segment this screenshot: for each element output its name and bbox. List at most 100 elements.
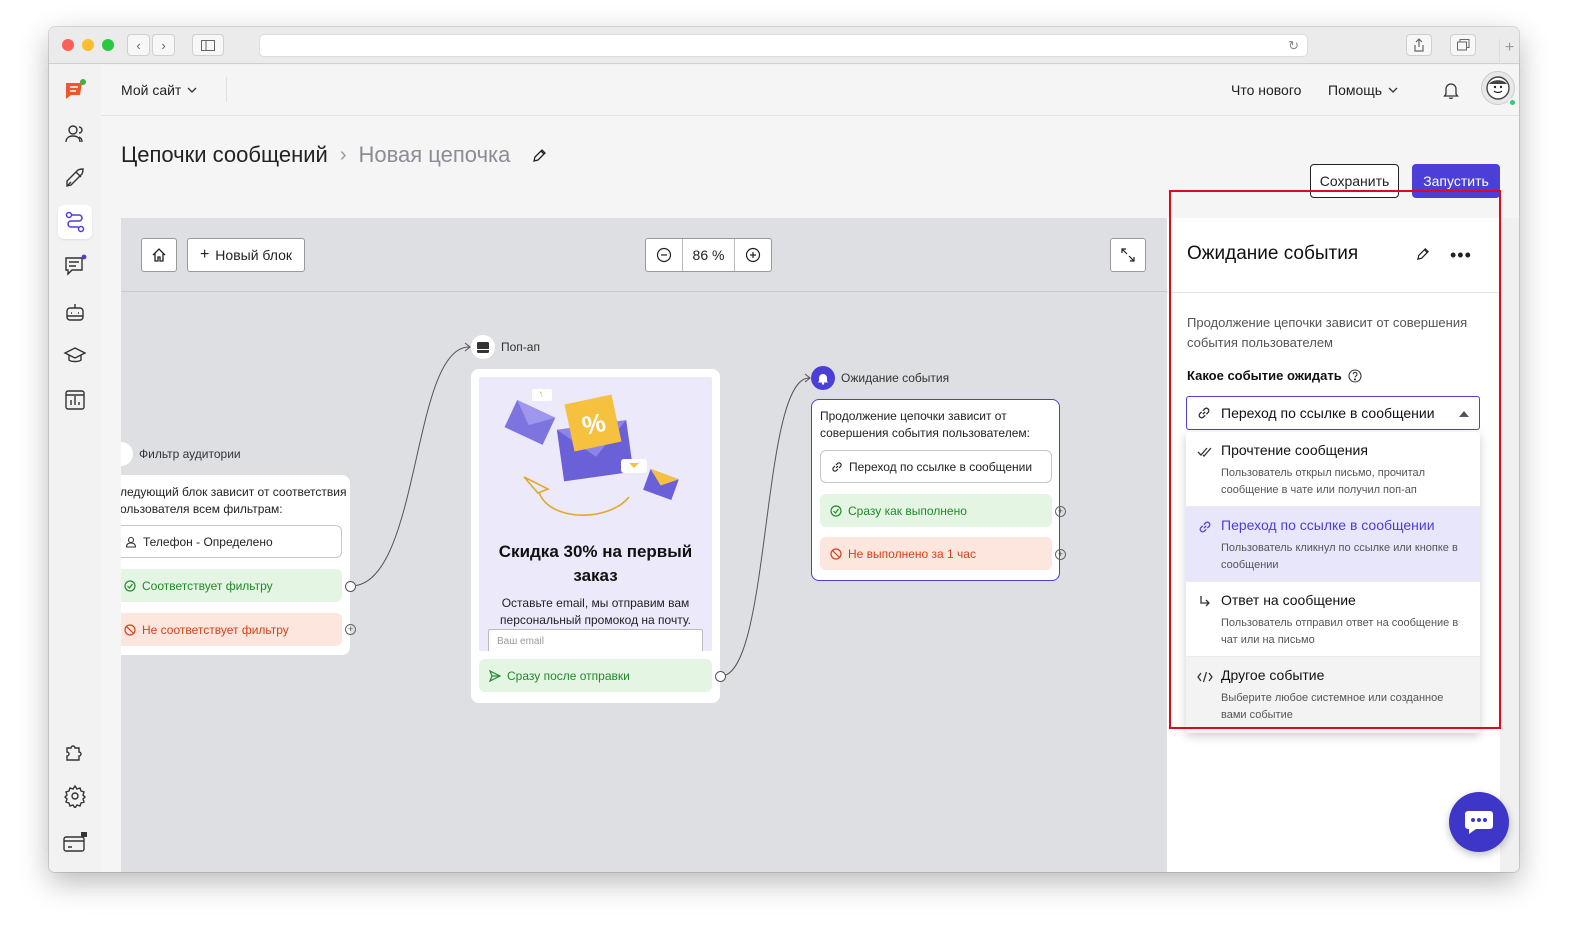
help-menu[interactable]: Помощь <box>1328 82 1398 98</box>
check-circle-icon <box>124 579 136 592</box>
sidebar-item-contacts[interactable] <box>58 117 92 151</box>
close-window-button[interactable] <box>62 39 74 51</box>
sidebar-item-bots[interactable] <box>58 295 92 329</box>
sidebar-item-billing[interactable] <box>58 825 92 859</box>
pencil-icon <box>533 148 547 162</box>
chain-flow-icon <box>65 211 85 233</box>
breadcrumb: Цепочки сообщений › Новая цепочка <box>121 142 547 168</box>
filter-condition[interactable]: Телефон - Определено <box>121 525 342 558</box>
double-check-icon <box>1196 443 1214 461</box>
wait-node-header: Ожидание события <box>811 366 949 390</box>
help-circle-icon[interactable] <box>1348 368 1362 383</box>
more-options-button[interactable]: ••• <box>1450 245 1472 266</box>
user-face-icon <box>1486 76 1510 100</box>
tabs-button[interactable] <box>1450 34 1476 56</box>
tabs-icon <box>1456 39 1469 51</box>
send-icon <box>489 669 501 682</box>
filter-nomatch-label: Не соответствует фильтру <box>142 622 289 637</box>
logo-icon[interactable] <box>58 73 92 107</box>
wait-notdone-branch[interactable]: Не выполнено за 1 час <box>820 537 1052 570</box>
event-question: Какое событие ожидать <box>1187 368 1362 383</box>
topbar-divider <box>226 77 227 102</box>
wait-done-add-button[interactable]: + <box>1055 506 1066 517</box>
sidebar-toggle-button[interactable] <box>192 34 224 56</box>
filter-node-label: Фильтр аудитории <box>139 447 241 461</box>
sidebar-item-education[interactable] <box>58 339 92 373</box>
flow-canvas[interactable]: + Новый блок 86 % Фильтр аудитории ледую… <box>121 218 1167 872</box>
popup-body-text: Оставьте email, мы отправим вам персонал… <box>500 596 691 627</box>
whats-new-link[interactable]: Что нового <box>1231 82 1301 98</box>
address-bar[interactable]: ↻ <box>259 34 1308 57</box>
event-question-label: Какое событие ожидать <box>1187 368 1342 383</box>
option-read-message[interactable]: Прочтение сообщения Пользователь открыл … <box>1186 432 1480 507</box>
pencil-icon <box>1417 248 1429 260</box>
popup-email-field: Ваш email <box>488 629 703 651</box>
wait-node-label: Ожидание события <box>841 371 950 385</box>
filter-node-description: ледующий блок зависит от соответствия ол… <box>121 485 347 516</box>
filter-match-branch[interactable]: Соответствует фильтру <box>121 569 342 602</box>
option-other-event[interactable]: Другое событие Выберите любое системное … <box>1186 657 1480 733</box>
option-reply[interactable]: Ответ на сообщение Пользователь отправил… <box>1186 582 1480 657</box>
back-button[interactable]: ‹ <box>127 34 150 56</box>
reload-icon[interactable]: ↻ <box>1288 38 1299 54</box>
filter-match-port[interactable] <box>345 581 356 592</box>
support-chat-button[interactable] <box>1449 792 1509 852</box>
panel-scrollbar[interactable] <box>1500 218 1519 872</box>
new-tab-button[interactable]: + <box>1499 39 1519 64</box>
minimize-window-button[interactable] <box>82 39 94 51</box>
filter-condition-label: Телефон - Определено <box>143 534 273 549</box>
wait-notdone-label: Не выполнено за 1 час <box>848 546 976 561</box>
option-link-click[interactable]: Переход по ссылке в сообщении Пользовате… <box>1186 507 1480 582</box>
sidebar-item-chats[interactable] <box>58 249 92 283</box>
sidebar-item-reports[interactable] <box>58 383 92 417</box>
popup-output-port[interactable] <box>715 671 726 682</box>
code-icon <box>1196 668 1214 686</box>
chevron-down-icon <box>1388 87 1398 93</box>
edit-title-button[interactable] <box>532 148 547 163</box>
rename-block-button[interactable] <box>1416 247 1430 266</box>
chevron-down-icon <box>187 87 197 93</box>
filter-nomatch-branch[interactable]: Не соответствует фильтру <box>121 613 342 646</box>
locked-card-icon <box>63 832 87 852</box>
popup-after-send-branch[interactable]: Сразу после отправки <box>479 659 712 692</box>
maximize-window-button[interactable] <box>102 39 114 51</box>
browser-titlebar: ‹ › ↻ + <box>49 27 1519 64</box>
puzzle-icon <box>66 745 82 761</box>
whats-new-label: Что нового <box>1231 82 1302 98</box>
filter-nomatch-add-button[interactable]: + <box>345 624 356 635</box>
wait-node-card[interactable]: Продолжение цепочки зависит от совершени… <box>811 399 1060 581</box>
link-icon <box>1198 407 1210 419</box>
bell-icon <box>1443 83 1459 100</box>
option-title: Ответ на сообщение <box>1221 592 1356 608</box>
sidebar-item-chains[interactable] <box>58 205 92 239</box>
sidebar-item-campaigns[interactable] <box>58 161 92 195</box>
user-icon <box>125 536 137 548</box>
wait-done-branch[interactable]: Сразу как выполнено <box>820 494 1052 527</box>
run-button[interactable]: Запустить <box>1412 164 1500 198</box>
notifications-button[interactable] <box>1443 81 1459 104</box>
site-selector[interactable]: Мой сайт <box>121 82 197 98</box>
bell-badge-icon <box>811 366 835 390</box>
sidebar-item-settings[interactable] <box>58 779 92 813</box>
check-circle-icon <box>830 504 842 517</box>
sidebar-item-integrations[interactable] <box>58 735 92 769</box>
main-area: Мой сайт Что нового Помощь Цепочки сообщ… <box>101 65 1519 872</box>
share-button[interactable] <box>1406 34 1432 56</box>
panel-header: Ожидание события ••• <box>1167 218 1500 293</box>
breadcrumb-separator: › <box>339 143 347 166</box>
save-button[interactable]: Сохранить <box>1310 164 1399 198</box>
breadcrumb-root[interactable]: Цепочки сообщений <box>121 142 328 168</box>
graduation-cap-icon <box>63 347 87 363</box>
sidebar-icon <box>201 39 215 51</box>
wait-notdone-add-button[interactable]: + <box>1055 549 1066 560</box>
popup-node-card[interactable]: % Скидка 30% на первый заказ Оставьте em… <box>471 369 720 703</box>
wait-event-pill[interactable]: Переход по ссылке в сообщении <box>820 450 1052 483</box>
forbidden-icon <box>124 623 136 636</box>
filter-node-card[interactable]: ледующий блок зависит от соответствия ол… <box>121 475 350 655</box>
option-description: Пользователь открыл письмо, прочитал соо… <box>1221 467 1426 496</box>
event-type-selected: Переход по ссылке в сообщении <box>1221 405 1435 421</box>
wait-event-label: Переход по ссылке в сообщении <box>849 459 1033 474</box>
page-title: Новая цепочка <box>358 142 511 167</box>
forward-button[interactable]: › <box>152 34 175 56</box>
event-type-select[interactable]: Переход по ссылке в сообщении <box>1186 396 1480 430</box>
